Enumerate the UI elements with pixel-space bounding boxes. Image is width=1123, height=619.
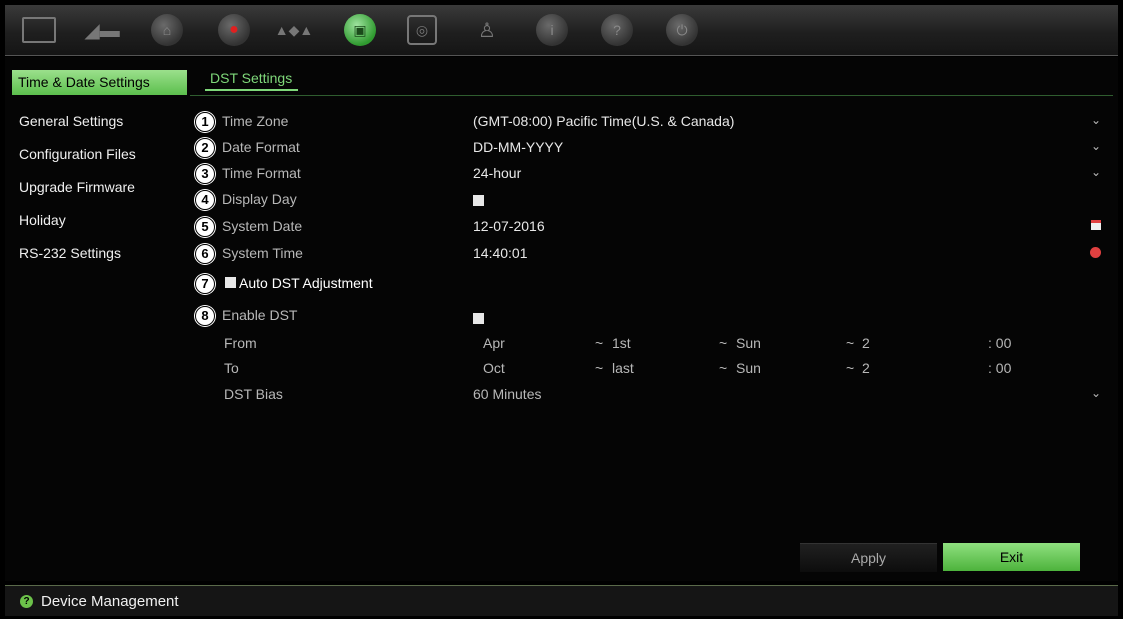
enable-dst-checkbox[interactable] (473, 311, 484, 327)
dash-icon: ~ (846, 335, 855, 351)
user-icon[interactable]: ♙ (470, 13, 504, 47)
time-format-row: 3 Time Format 24-hour ⌄ (195, 162, 1101, 188)
time-format-select[interactable]: 24-hour (473, 165, 521, 181)
callout-2: 2 (195, 138, 215, 158)
callout-8: 8 (195, 306, 215, 326)
device-icon[interactable]: ▣ (343, 13, 377, 47)
main-toolbar: ◢▬ ⌂ ● ▲◆▲ ▣ ◎ ♙ i ? ⏻ (5, 5, 1118, 56)
help-circle-icon[interactable]: ? (20, 595, 33, 608)
system-time-input[interactable]: 14:40:01 (473, 245, 528, 261)
auto-dst-checkbox[interactable]: Auto DST Adjustment (225, 275, 373, 291)
system-time-label: System Time (222, 245, 303, 261)
dst-from-row: From Apr ~ 1st ~ Sun ~ 2 : 00 (195, 332, 1095, 356)
help-icon[interactable]: ? (600, 13, 634, 47)
dash-icon: ~ (595, 335, 604, 351)
dash-icon: ~ (846, 360, 855, 376)
dst-bias-row: DST Bias 60 Minutes ⌄ (195, 383, 1101, 407)
callout-7: 7 (195, 274, 215, 294)
status-text: Device Management (41, 593, 179, 610)
dst-bias-select[interactable]: 60 Minutes (473, 386, 541, 402)
tab-dst-settings[interactable]: DST Settings (205, 70, 299, 91)
exit-button[interactable]: Exit (943, 543, 1080, 571)
callout-3: 3 (195, 164, 215, 184)
dash-icon: ~ (719, 335, 728, 351)
to-label: To (224, 360, 239, 376)
enable-dst-label: Enable DST (222, 307, 298, 323)
calendar-icon[interactable] (1091, 220, 1101, 230)
from-month-select[interactable]: Apr (483, 335, 505, 351)
system-time-row: 6 System Time 14:40:01 (195, 242, 1101, 268)
chevron-down-icon[interactable]: ⌄ (1091, 139, 1101, 153)
clock-icon[interactable] (1090, 247, 1101, 258)
to-hour-select[interactable]: 2 (862, 360, 870, 376)
display-day-checkbox[interactable] (473, 193, 484, 209)
from-day-select[interactable]: Sun (736, 335, 761, 351)
chevron-down-icon[interactable]: ⌄ (1091, 165, 1101, 179)
monitor-icon[interactable] (22, 13, 56, 47)
display-day-row: 4 Display Day (195, 188, 1095, 214)
system-date-row: 5 System Date 12-07-2016 (195, 215, 1101, 241)
auto-dst-label: Auto DST Adjustment (239, 275, 373, 291)
tab-strip: DST Settings (205, 70, 299, 91)
sidebar: Time & Date Settings General Settings Co… (5, 70, 195, 270)
callout-5: 5 (195, 217, 215, 237)
sidebar-item-configuration-files[interactable]: Configuration Files (5, 138, 195, 171)
system-date-label: System Date (222, 218, 303, 234)
sidebar-item-time-date-settings[interactable]: Time & Date Settings (12, 70, 187, 95)
callout-1: 1 (195, 112, 215, 132)
time-zone-row: 1 Time Zone (GMT-08:00) Pacific Time(U.S… (195, 110, 1101, 136)
enable-dst-row: 8 Enable DST (195, 304, 1095, 330)
tab-divider (190, 95, 1113, 96)
storage-icon[interactable]: ◎ (405, 13, 439, 47)
from-week-select[interactable]: 1st (612, 335, 631, 351)
to-month-select[interactable]: Oct (483, 360, 505, 376)
system-date-input[interactable]: 12-07-2016 (473, 218, 545, 234)
date-format-label: Date Format (222, 139, 300, 155)
callout-6: 6 (195, 244, 215, 264)
sidebar-item-rs232-settings[interactable]: RS-232 Settings (5, 237, 195, 270)
status-bar: ? Device Management (5, 585, 1118, 616)
date-format-row: 2 Date Format DD-MM-YYYY ⌄ (195, 136, 1101, 162)
dash-icon: ~ (719, 360, 728, 376)
to-minute-field[interactable]: : 00 (988, 360, 1011, 376)
to-week-select[interactable]: last (612, 360, 634, 376)
chevron-down-icon[interactable]: ⌄ (1091, 113, 1101, 127)
info-icon[interactable]: i (535, 13, 569, 47)
chevron-down-icon[interactable]: ⌄ (1091, 386, 1101, 400)
time-zone-select[interactable]: (GMT-08:00) Pacific Time(U.S. & Canada) (473, 113, 734, 129)
display-day-label: Display Day (222, 191, 297, 207)
date-format-select[interactable]: DD-MM-YYYY (473, 139, 563, 155)
alarm-icon[interactable]: ▲◆▲ (275, 13, 313, 47)
sidebar-item-holiday[interactable]: Holiday (5, 204, 195, 237)
to-day-select[interactable]: Sun (736, 360, 761, 376)
apply-button[interactable]: Apply (800, 543, 937, 572)
time-format-label: Time Format (222, 165, 301, 181)
record-icon[interactable]: ● (217, 13, 251, 47)
sidebar-item-upgrade-firmware[interactable]: Upgrade Firmware (5, 171, 195, 204)
sidebar-item-general-settings[interactable]: General Settings (5, 105, 195, 138)
dst-bias-label: DST Bias (224, 386, 283, 402)
time-zone-label: Time Zone (222, 113, 289, 129)
from-label: From (224, 335, 257, 351)
from-hour-select[interactable]: 2 (862, 335, 870, 351)
network-icon[interactable]: ⌂ (150, 13, 184, 47)
dst-to-row: To Oct ~ last ~ Sun ~ 2 : 00 (195, 357, 1095, 381)
power-icon[interactable]: ⏻ (665, 13, 699, 47)
from-minute-field[interactable]: : 00 (988, 335, 1011, 351)
callout-4: 4 (195, 190, 215, 210)
auto-dst-row: 7 Auto DST Adjustment (195, 272, 1095, 298)
camera-icon[interactable]: ◢▬ (84, 13, 119, 47)
dash-icon: ~ (595, 360, 604, 376)
